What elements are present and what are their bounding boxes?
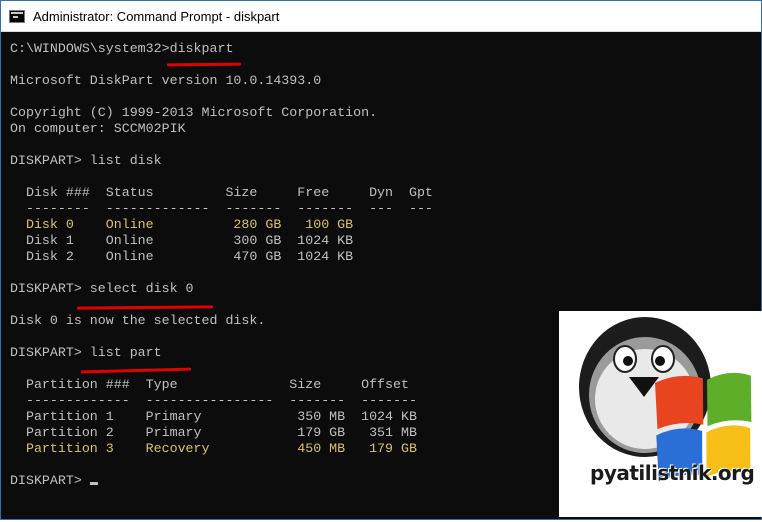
console-line-text: Disk ### Status Size Free Dyn Gpt: [10, 185, 433, 200]
console-line-text: DISKPART> list part: [10, 345, 162, 360]
console-line: C:\WINDOWS\system32>diskpart: [10, 41, 760, 57]
command-prompt-icon: [9, 9, 25, 23]
console-line: DISKPART> select disk 0: [10, 281, 760, 297]
console-line: -------- ------------- ------- ------- -…: [10, 201, 760, 217]
console-line: On computer: SCCM02PIK: [10, 121, 760, 137]
annotation-underline-diskpart: [166, 62, 242, 67]
console-line: Disk 1 Online 300 GB 1024 KB: [10, 233, 760, 249]
console-line-text: Partition 2 Primary 179 GB 351 MB: [10, 425, 417, 440]
logo-text: pyatilistnik.org: [590, 461, 755, 485]
console-line-text: Disk 0 is now the selected disk.: [10, 313, 266, 328]
console-line: DISKPART> list disk: [10, 153, 760, 169]
pyatilistnik-logo: pyatilistnik.org: [559, 311, 762, 517]
console-line-text: Disk 0 Online 280 GB 100 GB: [10, 217, 354, 232]
console-line-text: Disk 2 Online 470 GB 1024 KB: [10, 249, 354, 264]
console-line-text: Partition 1 Primary 350 MB 1024 KB: [10, 409, 417, 424]
console-line: Microsoft DiskPart version 10.0.14393.0: [10, 73, 760, 89]
window-title: Administrator: Command Prompt - diskpart: [33, 8, 280, 24]
console-line-text: Microsoft DiskPart version 10.0.14393.0: [10, 73, 322, 88]
console-line-text: Copyright (C) 1999-2013 Microsoft Corpor…: [10, 105, 378, 120]
console-line-text: Partition ### Type Size Offset: [10, 377, 409, 392]
penguin-windows-logo-image: [579, 317, 752, 482]
console-line-text: On computer: SCCM02PIK: [10, 121, 186, 136]
title-bar[interactable]: Administrator: Command Prompt - diskpart: [1, 1, 761, 32]
console-line-text: DISKPART> list disk: [10, 153, 162, 168]
text-cursor: [89, 482, 98, 485]
console-line-text: ------------- ---------------- ------- -…: [10, 393, 417, 408]
console-line: Copyright (C) 1999-2013 Microsoft Corpor…: [10, 105, 760, 121]
console-line: Disk 2 Online 470 GB 1024 KB: [10, 249, 760, 265]
console-line: Disk ### Status Size Free Dyn Gpt: [10, 185, 760, 201]
console-line-text: -------- ------------- ------- ------- -…: [10, 201, 433, 216]
console-line-text: C:\WINDOWS\system32>diskpart: [10, 41, 234, 56]
console-line: Disk 0 Online 280 GB 100 GB: [10, 217, 760, 233]
console-line-text: DISKPART> select disk 0: [10, 281, 194, 296]
console-line-text: DISKPART>: [10, 473, 90, 488]
console-line-text: Disk 1 Online 300 GB 1024 KB: [10, 233, 354, 248]
console-line-text: Partition 3 Recovery 450 MB 179 GB: [10, 441, 417, 456]
